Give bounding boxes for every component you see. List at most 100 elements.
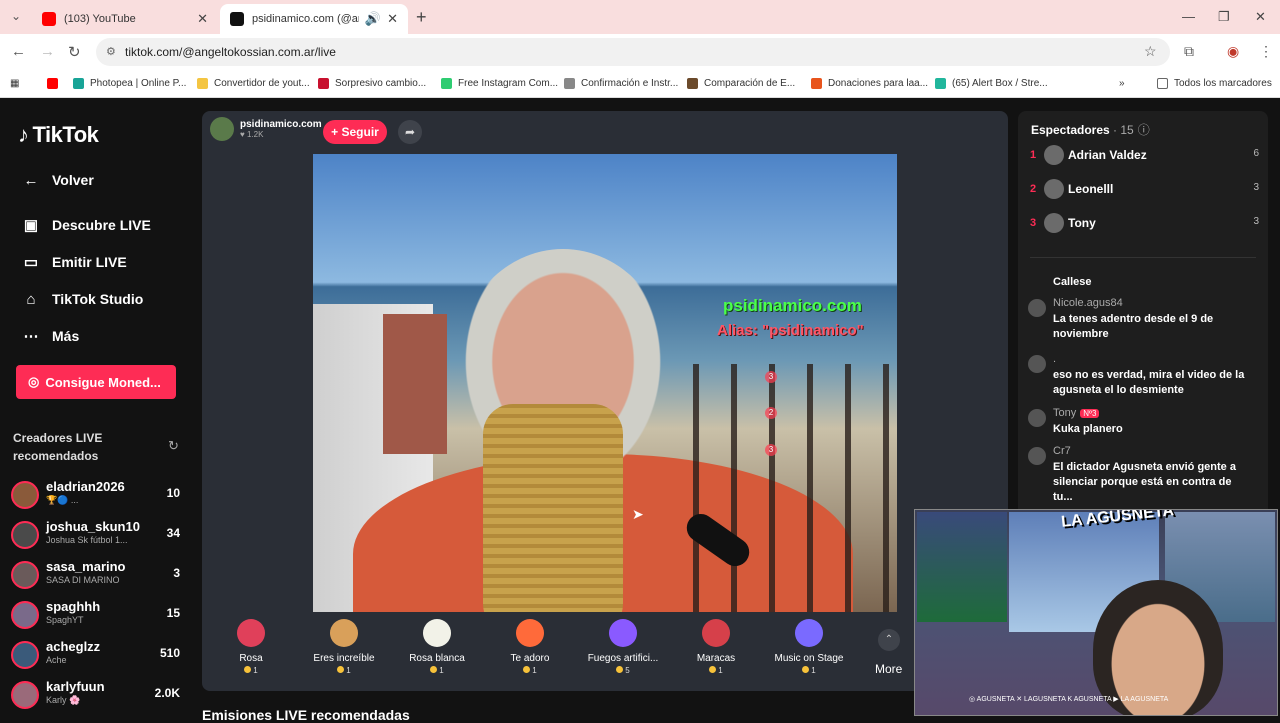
gift-rosa[interactable]: Rosa 1 — [206, 619, 296, 675]
menu-dots-icon[interactable]: ⋮ — [1259, 43, 1273, 60]
viewers-count: · 15 — [1113, 123, 1134, 137]
avatar — [1028, 409, 1046, 427]
viewer-score: 6 — [1253, 148, 1259, 159]
chat-user[interactable]: . — [1053, 353, 1056, 365]
nav-emitir-live[interactable]: ▭ Emitir LIVE — [20, 249, 127, 275]
nav-mas[interactable]: ⋯ Más — [20, 323, 80, 349]
address-bar[interactable]: ⚙ tiktok.com/@angeltokossian.com.ar/live — [96, 38, 1170, 66]
gift-rosa-blanca[interactable]: Rosa blanca 1 — [392, 619, 482, 675]
viewer-row[interactable]: 2 Leonelll 3 — [1030, 177, 1262, 203]
tab-youtube[interactable]: (103) YouTube ✕ — [32, 4, 218, 34]
share-icon[interactable]: ➦ — [398, 120, 422, 144]
tab-tiktok[interactable]: psidinamico.com (@angelt... 🔊 ✕ — [220, 4, 408, 34]
gift-eres-increible[interactable]: Eres increíble 1 — [299, 619, 389, 675]
more-gifts-button[interactable]: More — [875, 662, 902, 676]
bookmark-label: Sorpresivo cambio... — [335, 78, 427, 89]
viewer-name: Tony — [1068, 216, 1096, 230]
creator-item[interactable]: joshua_skun10 Joshua Sk fútbol 1... 34 — [11, 519, 186, 555]
host-chip[interactable]: psidinamico.com ♥ 1.2K — [210, 117, 322, 141]
bookmark-label: Todos los marcadores — [1174, 78, 1272, 89]
chat-user[interactable]: Cr7 — [1053, 445, 1071, 457]
gift-te-adoro[interactable]: Te adoro 1 — [485, 619, 575, 675]
get-coins-button[interactable]: ◎ Consigue Moned... — [16, 365, 176, 399]
forward-icon[interactable]: → — [40, 43, 55, 60]
minimize-icon[interactable]: — — [1182, 9, 1195, 24]
streamer-webcam-overlay: LA AGUSNETA ◎ AGUSNETA ✕ LAGUSNETA K AGU… — [914, 509, 1278, 716]
viewer-name: Leonelll — [1068, 182, 1114, 196]
gift-music-on-stage[interactable]: Music on Stage 1 — [764, 619, 854, 675]
folder-icon — [1157, 78, 1168, 89]
creator-item[interactable]: spaghhh SpaghYT 15 — [11, 599, 186, 635]
site-icon — [687, 78, 698, 89]
back-icon[interactable]: ← — [11, 43, 26, 60]
viewer-count: 2.0K — [154, 686, 180, 700]
fireworks-icon — [609, 619, 637, 647]
nav-label: TikTok Studio — [52, 291, 144, 307]
gift-price: 1 — [206, 666, 296, 675]
nav-label: Más — [52, 328, 80, 344]
restore-icon[interactable]: ❐ — [1218, 9, 1230, 25]
apps-grid-icon[interactable]: ▦ — [10, 78, 19, 89]
tiktok-note-icon: ♪ — [18, 122, 29, 147]
gift-name: Maracas — [696, 653, 736, 664]
reload-icon[interactable]: ↻ — [68, 43, 81, 61]
new-tab-icon[interactable]: + — [416, 7, 427, 28]
tiktok-logo[interactable]: ♪ TikTok — [18, 122, 99, 148]
gift-price: 1 — [485, 666, 575, 675]
all-bookmarks[interactable]: Todos los marcadores — [1157, 78, 1272, 89]
more-dots-icon: ⋯ — [23, 328, 39, 345]
viewer-score: 3 — [1253, 216, 1259, 227]
creator-item[interactable]: eladrian2026 🏆🔵 ... 10 — [11, 479, 186, 515]
creator-subtitle: SASA DI MARINO — [46, 575, 120, 585]
tab-search-icon[interactable]: ⌄ — [8, 8, 24, 24]
close-window-icon[interactable]: ✕ — [1255, 9, 1266, 25]
gift-maracas[interactable]: Maracas 1 — [671, 619, 761, 675]
bookmark-convertidor[interactable]: Convertidor de yout... — [197, 78, 310, 89]
creator-item[interactable]: karlyfuun Karly 🌸 2.0K — [11, 679, 186, 715]
video-red-building — [383, 314, 447, 454]
gift-fuegos-artificiales[interactable]: Fuegos artifici... 5 — [578, 619, 668, 675]
close-tab-icon[interactable]: ✕ — [387, 11, 398, 27]
bookmark-comparacion[interactable]: Comparación de E... — [687, 78, 795, 89]
bookmark-sorpresivo[interactable]: Sorpresivo cambio... — [318, 78, 426, 89]
speaker-icon[interactable]: 🔊 — [365, 11, 381, 27]
chevron-up-icon[interactable]: ⌃ — [878, 629, 900, 651]
bookmark-photopea[interactable]: Photopea | Online P... — [73, 78, 186, 89]
overlay-site: psidinamico.com — [723, 296, 862, 315]
chat-user[interactable]: Tony Nº3 — [1053, 407, 1100, 419]
bookmark-donaciones[interactable]: Donaciones para laa... — [811, 78, 928, 89]
viewer-row[interactable]: 3 Tony 3 — [1030, 211, 1262, 237]
bookmark-instagram[interactable]: Free Instagram Com... — [441, 78, 558, 89]
close-tab-icon[interactable]: ✕ — [197, 11, 208, 27]
live-stream-panel: psidinamico.com ♥ 1.2K + Seguir ➦ psidin… — [202, 111, 1008, 691]
help-icon[interactable]: ⓘ — [1138, 123, 1150, 137]
refresh-icon[interactable]: ↻ — [168, 438, 179, 454]
viewer-rank: 2 — [1030, 183, 1037, 195]
stage-icon — [795, 619, 823, 647]
back-arrow-icon: ← — [23, 171, 39, 189]
nav-volver[interactable]: ← Volver — [20, 167, 94, 193]
divider — [1030, 257, 1256, 258]
link-icon — [564, 78, 575, 89]
extensions-icon[interactable]: ⧉ — [1184, 43, 1194, 60]
bookmark-confirmacion[interactable]: Confirmación e Instr... — [564, 78, 678, 89]
profile-icon[interactable]: ◉ — [1227, 43, 1239, 60]
camera-icon: ▭ — [23, 254, 39, 271]
nav-tiktok-studio[interactable]: ⌂ TikTok Studio — [20, 286, 143, 312]
more-bookmarks-icon[interactable]: » — [1119, 78, 1125, 89]
viewer-row[interactable]: 1 Adrian Valdez 6 — [1030, 143, 1262, 169]
nav-descubre-live[interactable]: ▣ Descubre LIVE — [20, 212, 151, 238]
white-rose-icon — [423, 619, 451, 647]
bookmark-star-icon[interactable]: ☆ — [1144, 43, 1157, 60]
live-video[interactable]: psidinamico.com Alias: "psidinamico" 3 2… — [313, 154, 897, 612]
gift-price: 5 — [578, 666, 668, 675]
creator-item[interactable]: acheglzz Ache 510 — [11, 639, 186, 675]
avatar — [11, 641, 39, 669]
follow-button[interactable]: + Seguir — [323, 120, 387, 144]
chat-user[interactable]: Nicole.agus84 — [1053, 297, 1123, 309]
creator-item[interactable]: sasa_marino SASA DI MARINO 3 — [11, 559, 186, 595]
site-info-icon[interactable]: ⚙ — [106, 38, 116, 66]
bookmark-alertbox[interactable]: (65) Alert Box / Stre... — [935, 78, 1048, 89]
bookmark-youtube[interactable] — [47, 78, 64, 89]
viewer-count: 510 — [159, 646, 180, 660]
